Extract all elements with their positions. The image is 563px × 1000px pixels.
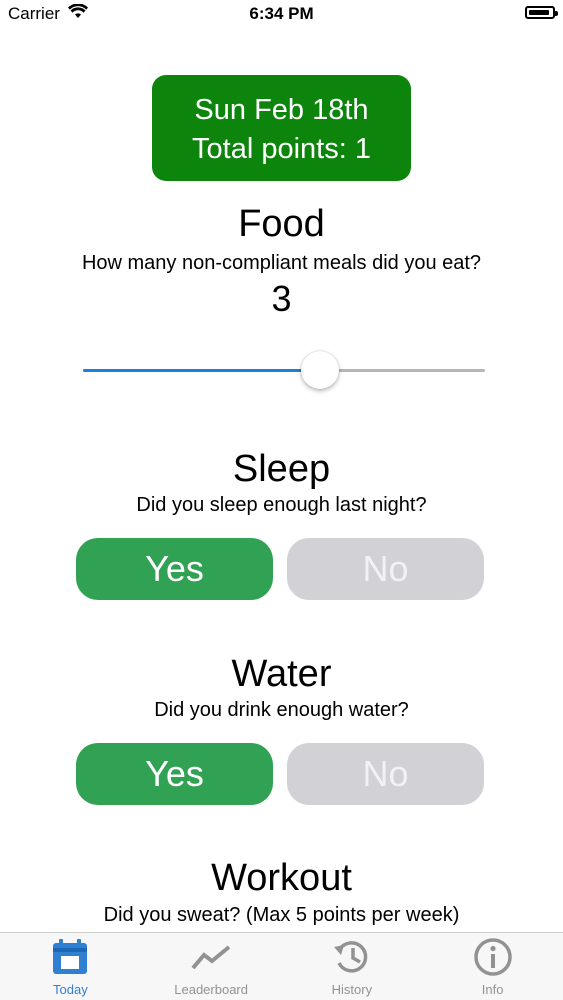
sleep-question: Did you sleep enough last night?: [136, 494, 427, 516]
slider-fill: [83, 369, 320, 372]
tab-history-label: History: [331, 982, 373, 997]
slider-thumb[interactable]: [301, 351, 339, 389]
tab-leaderboard-label: Leaderboard: [174, 982, 248, 997]
food-title: Food: [238, 203, 325, 245]
sleep-choice: Yes No: [76, 538, 485, 600]
food-value: 3: [271, 278, 292, 319]
tab-info[interactable]: Info: [422, 933, 563, 1000]
sleep-yes-button[interactable]: Yes: [76, 538, 273, 600]
water-title: Water: [231, 653, 332, 695]
tab-today[interactable]: Today: [0, 933, 141, 1000]
daily-summary-card: Sun Feb 18th Total points: 1: [152, 75, 411, 181]
tab-bar: Today Leaderboard History Info: [0, 932, 563, 1000]
sleep-title: Sleep: [232, 448, 331, 490]
tab-info-label: Info: [481, 982, 504, 997]
food-slider[interactable]: [83, 351, 485, 389]
status-bar: Carrier 6:34 PM: [0, 0, 563, 30]
sleep-no-button[interactable]: No: [287, 538, 484, 600]
tab-today-label: Today: [53, 982, 88, 997]
water-yes-button[interactable]: Yes: [76, 743, 273, 805]
workout-question: Did you sweat? (Max 5 points per week): [103, 904, 460, 926]
tab-leaderboard[interactable]: Leaderboard: [141, 933, 282, 1000]
battery-icon: [525, 6, 558, 19]
food-question: How many non-compliant meals did you eat…: [81, 252, 482, 274]
tab-history[interactable]: History: [282, 933, 423, 1000]
trend-chart-icon: [191, 937, 231, 977]
water-no-button[interactable]: No: [287, 743, 484, 805]
workout-title: Workout: [211, 857, 352, 899]
water-question: Did you drink enough water?: [154, 699, 409, 721]
calendar-icon: [50, 937, 90, 977]
status-time: 6:34 PM: [249, 4, 314, 23]
date-label: Sun Feb 18th: [194, 94, 369, 126]
total-points-label: Total points: 1: [192, 133, 371, 165]
info-icon: [473, 937, 513, 977]
history-clock-icon: [332, 937, 372, 977]
water-choice: Yes No: [76, 743, 485, 805]
